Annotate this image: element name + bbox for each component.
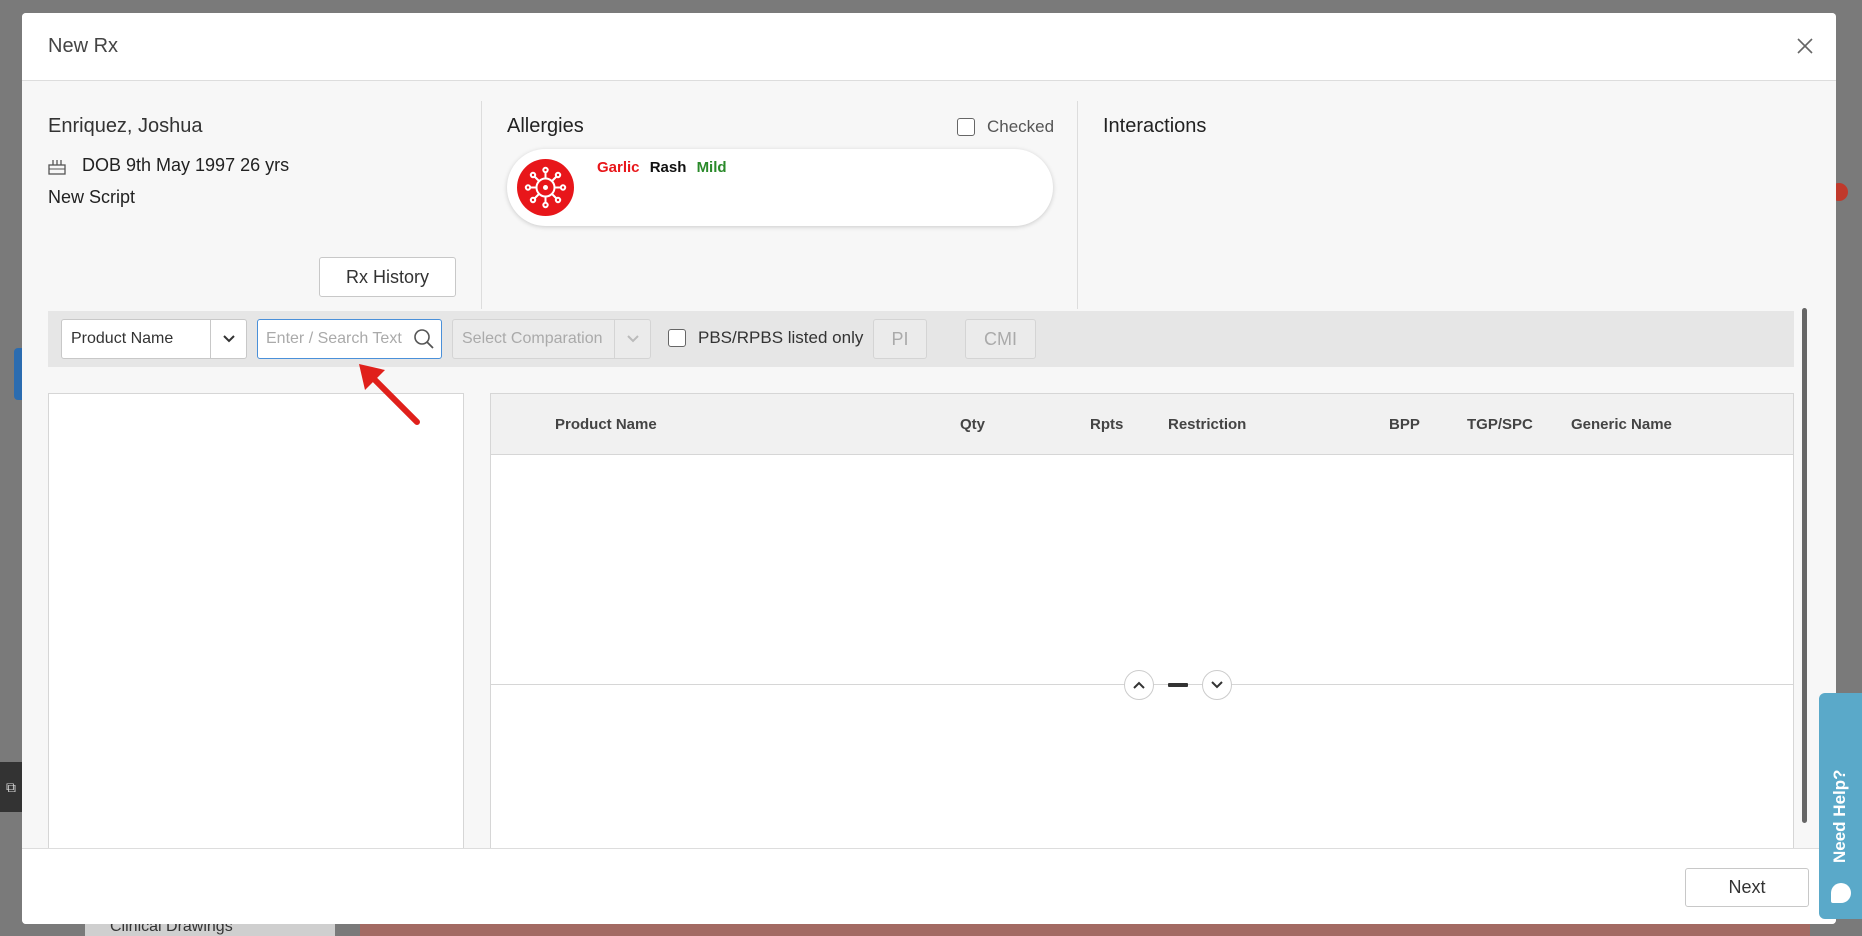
modal-scrollbar[interactable]	[1802, 308, 1807, 823]
close-button[interactable]	[1792, 33, 1818, 59]
column-header-generic-name[interactable]: Generic Name	[1571, 416, 1672, 433]
comparison-placeholder: Select Comparation	[462, 330, 603, 347]
pbs-checkbox[interactable]	[668, 329, 686, 347]
script-type: New Script	[48, 187, 136, 207]
pbs-filter-toggle[interactable]: PBS/RPBS listed only	[668, 328, 863, 348]
allergy-severity: Mild	[696, 159, 727, 176]
allergy-card[interactable]: Garlic Rash Mild	[507, 149, 1053, 226]
need-help-widget[interactable]: Need Help?	[1819, 693, 1862, 919]
results-header: Product Name Qty Rpts Restriction BPP TG…	[491, 394, 1793, 455]
allergies-checked-toggle[interactable]: Checked	[957, 117, 1054, 137]
pi-button[interactable]: PI	[873, 319, 927, 359]
allergen-icon	[517, 159, 574, 216]
column-divider	[481, 101, 482, 309]
column-header-rpts[interactable]: Rpts	[1090, 416, 1123, 433]
expand-up-button[interactable]	[1124, 670, 1154, 700]
modal-footer: Next	[22, 848, 1836, 924]
chevron-down-icon[interactable]	[614, 320, 650, 358]
search-field-select[interactable]: Product Name	[61, 319, 247, 359]
background-toolbar-icon[interactable]: ⧉	[0, 762, 22, 812]
column-header-qty[interactable]: Qty	[960, 416, 985, 433]
need-help-label: Need Help?	[1830, 769, 1849, 863]
chevron-down-icon	[1211, 681, 1223, 689]
checked-checkbox[interactable]	[957, 118, 975, 136]
patient-dob: DOB 9th May 1997 26 yrs	[82, 155, 290, 175]
column-header-tgp-spc[interactable]: TGP/SPC	[1467, 416, 1533, 433]
next-button[interactable]: Next	[1685, 868, 1809, 907]
annotation-arrow-icon	[359, 364, 420, 425]
new-rx-modal: New Rx Enriquez, Joshua DOB 9th May 1997…	[22, 13, 1836, 924]
rx-history-button[interactable]: Rx History	[319, 257, 456, 297]
splitter-controls	[1124, 670, 1232, 700]
column-header-restriction[interactable]: Restriction	[1168, 416, 1246, 433]
column-divider	[1077, 101, 1078, 309]
search-input[interactable]: Enter / Search Text	[257, 319, 442, 359]
chevron-down-icon[interactable]	[210, 320, 246, 358]
chat-icon	[1831, 883, 1851, 903]
search-field-value: Product Name	[71, 330, 174, 347]
search-input-placeholder: Enter / Search Text	[266, 330, 402, 347]
drag-handle-icon[interactable]	[1168, 683, 1188, 687]
column-header-bpp[interactable]: BPP	[1389, 416, 1420, 433]
column-header-product-name[interactable]: Product Name	[555, 416, 657, 433]
pbs-label: PBS/RPBS listed only	[698, 328, 864, 347]
expand-down-button[interactable]	[1202, 670, 1232, 700]
allergy-reaction: Rash	[649, 159, 687, 176]
dob-row: DOB 9th May 1997 26 yrs	[48, 155, 289, 176]
results-table: Product Name Qty Rpts Restriction BPP TG…	[490, 393, 1794, 924]
allergy-details: Garlic Rash Mild	[597, 159, 733, 176]
interactions-title: Interactions	[1103, 115, 1207, 137]
cmi-button[interactable]: CMI	[965, 319, 1036, 359]
modal-title: New Rx	[48, 35, 119, 57]
search-toolbar: Product Name Enter / Search Text Select …	[48, 311, 1794, 367]
modal-header: New Rx	[22, 13, 1836, 81]
patient-name: Enriquez, Joshua	[48, 115, 203, 137]
chevron-up-icon	[1133, 681, 1145, 689]
allergies-title: Allergies	[507, 115, 584, 137]
search-icon[interactable]	[413, 328, 435, 350]
close-icon	[1797, 38, 1813, 54]
birthday-cake-icon	[48, 159, 66, 175]
product-list-panel[interactable]	[48, 393, 464, 924]
checked-label: Checked	[987, 117, 1055, 136]
comparison-select[interactable]: Select Comparation	[452, 319, 651, 359]
allergy-substance: Garlic	[597, 159, 640, 176]
